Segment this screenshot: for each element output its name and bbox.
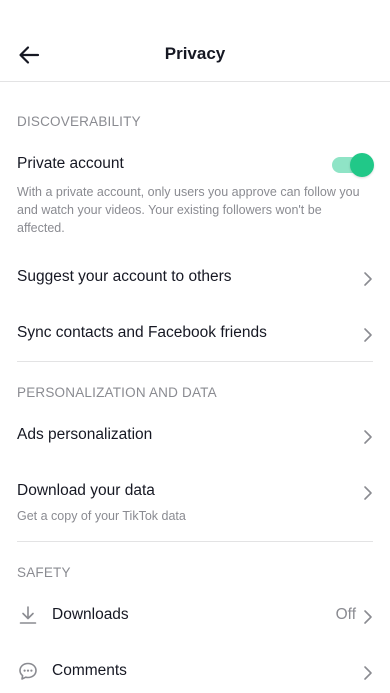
private-account-row: Private account With a private account, … xyxy=(0,145,390,235)
download-icon xyxy=(17,604,39,626)
download-data-description: Get a copy of your TikTok data xyxy=(17,509,186,523)
top-bar: Privacy xyxy=(0,0,390,82)
chevron-right-icon xyxy=(362,326,374,344)
divider xyxy=(17,541,373,542)
section-title-discoverability: DISCOVERABILITY xyxy=(17,114,141,129)
downloads-value: Off xyxy=(335,606,356,623)
private-account-label: Private account xyxy=(17,155,124,172)
chevron-right-icon xyxy=(362,608,374,626)
chevron-right-icon xyxy=(362,484,374,502)
ads-personalization-label: Ads personalization xyxy=(17,426,153,443)
chevron-right-icon xyxy=(362,428,374,446)
chevron-right-icon xyxy=(362,664,374,682)
download-data-row[interactable]: Download your data Get a copy of your Ti… xyxy=(0,467,390,529)
sync-contacts-row[interactable]: Sync contacts and Facebook friends xyxy=(0,308,390,358)
divider xyxy=(17,361,373,362)
download-data-label: Download your data xyxy=(17,482,155,499)
page-title: Privacy xyxy=(164,44,226,63)
comments-row[interactable]: Comments xyxy=(0,646,390,693)
toggle-knob xyxy=(350,153,374,177)
ads-personalization-row[interactable]: Ads personalization xyxy=(0,410,390,460)
section-title-personalization: PERSONALIZATION AND DATA xyxy=(17,385,217,400)
suggest-account-label: Suggest your account to others xyxy=(17,268,232,285)
private-account-description: With a private account, only users you a… xyxy=(17,185,360,235)
section-title-safety: SAFETY xyxy=(17,565,71,580)
suggest-account-row[interactable]: Suggest your account to others xyxy=(0,252,390,302)
sync-contacts-label: Sync contacts and Facebook friends xyxy=(17,324,267,341)
comments-label: Comments xyxy=(52,662,127,679)
downloads-row[interactable]: Downloads Off xyxy=(0,590,390,640)
chevron-right-icon xyxy=(362,270,374,288)
downloads-label: Downloads xyxy=(52,606,129,623)
private-account-toggle[interactable] xyxy=(332,153,374,177)
comment-icon xyxy=(17,660,39,682)
